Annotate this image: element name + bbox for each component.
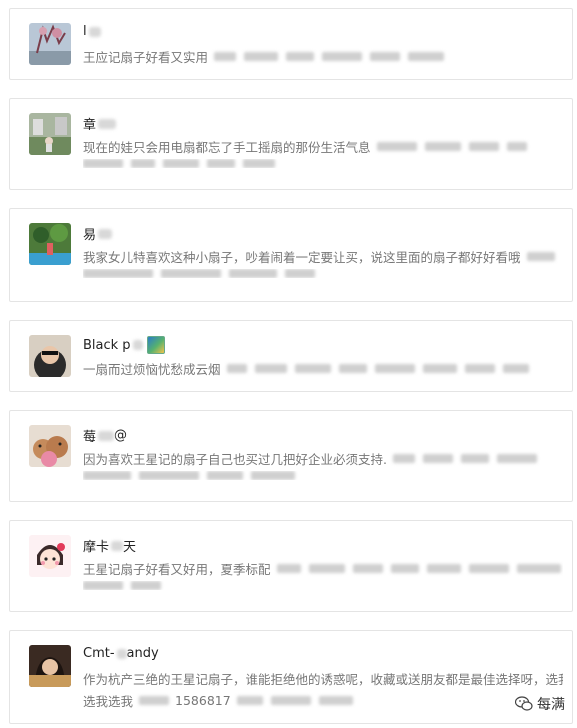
- blurred-text: [526, 252, 555, 261]
- comment-text-content-line2: 选我选我: [83, 694, 134, 709]
- blurred-text: [236, 696, 353, 705]
- blurred-name: [132, 340, 143, 350]
- comment-text-line2: [83, 269, 563, 278]
- avatar[interactable]: [29, 425, 71, 467]
- avatar[interactable]: [29, 535, 71, 577]
- blurred-text: [83, 159, 275, 168]
- author-name-suffix: 天: [123, 540, 137, 555]
- comment-card[interactable]: 摩卡 天 王星记扇子好看又好用，夏季标配: [9, 520, 573, 612]
- blurred-name: [88, 26, 101, 37]
- author-name: 摩卡: [83, 540, 110, 555]
- blurred-name: [98, 228, 113, 239]
- comment-text-line2: [83, 581, 563, 590]
- comment-text-line2: 选我选我 1586817: [83, 691, 563, 710]
- blurred-text: [276, 564, 561, 573]
- avatar[interactable]: [29, 645, 71, 687]
- blurred-name: [98, 118, 117, 129]
- avatar[interactable]: [29, 113, 71, 155]
- author-name-suffix: @: [114, 428, 128, 443]
- comment-text-content: 作为杭产三绝的王星记扇子，谁能拒绝他的诱惑呢，收藏或送朋友都是最佳选择呀，选我: [83, 672, 563, 687]
- comment-text-content: 我家女儿特喜欢这种小扇子，吵着闹着一定要让买，说这里面的扇子都好好看哦: [83, 250, 521, 265]
- comment-text-content: 王应记扇子好看又实用: [83, 50, 209, 65]
- author-name: 章: [83, 118, 97, 133]
- comment-text: 王星记扇子好看又好用，夏季标配: [83, 559, 563, 578]
- blurred-name: [111, 540, 124, 551]
- author-name: l: [83, 24, 87, 39]
- author-name: 易: [83, 228, 97, 243]
- comment-text-content: 因为喜欢王星记的扇子自己也买过几把好企业必须支持.: [83, 452, 387, 467]
- wechat-icon: [515, 696, 533, 711]
- blurred-text: [139, 696, 170, 705]
- comment-text: 一扇而过烦恼忧愁成云烟: [83, 359, 563, 378]
- comment-text-line2: [83, 159, 563, 168]
- author-name: Black p: [83, 337, 131, 353]
- avatar[interactable]: [29, 335, 71, 377]
- blurred-name: [116, 648, 127, 659]
- author-name-suffix: andy: [126, 646, 159, 661]
- comment-text: 现在的娃只会用电扇都忘了手工摇扇的那份生活气息: [83, 137, 563, 156]
- comment-card[interactable]: Cmt- andy 作为杭产三绝的王星记扇子，谁能拒绝他的诱惑呢，收藏或送朋友都…: [9, 630, 573, 724]
- comment-author[interactable]: 章: [83, 114, 117, 133]
- comment-author[interactable]: 摩卡 天: [83, 536, 136, 555]
- blurred-text: [83, 581, 161, 590]
- comment-card[interactable]: 易 我家女儿特喜欢这种小扇子，吵着闹着一定要让买，说这里面的扇子都好好看哦: [9, 208, 573, 302]
- comment-text: 我家女儿特喜欢这种小扇子，吵着闹着一定要让买，说这里面的扇子都好好看哦: [83, 247, 563, 266]
- comment-card[interactable]: 莓 @ 因为喜欢王星记的扇子自己也买过几把好企业必须支持.: [9, 410, 573, 502]
- comment-author[interactable]: 易: [83, 224, 113, 243]
- blurred-text: [226, 364, 529, 373]
- comment-text: 因为喜欢王星记的扇子自己也买过几把好企业必须支持.: [83, 449, 563, 468]
- comment-text-line2: [83, 471, 563, 480]
- comment-text: 作为杭产三绝的王星记扇子，谁能拒绝他的诱惑呢，收藏或送朋友都是最佳选择呀，选我: [83, 669, 563, 688]
- blurred-text: [214, 52, 445, 61]
- comment-author[interactable]: 莓 @: [83, 426, 127, 445]
- blurred-text: [376, 142, 527, 151]
- comment-card[interactable]: Black p 一扇而过烦恼忧愁成云烟: [9, 320, 573, 392]
- badge-icon: [146, 336, 165, 354]
- watermark-label: 每满: [537, 697, 565, 713]
- author-name: 莓: [83, 430, 97, 445]
- comment-author[interactable]: l: [83, 24, 101, 39]
- blurred-name: [98, 430, 115, 441]
- avatar[interactable]: [29, 223, 71, 265]
- blurred-text: [392, 454, 537, 463]
- comment-card[interactable]: 章 现在的娃只会用电扇都忘了手工摇扇的那份生活气息: [9, 98, 573, 190]
- comment-text: 王应记扇子好看又实用: [83, 47, 563, 66]
- watermark: 每满: [511, 692, 569, 716]
- avatar[interactable]: [29, 23, 71, 65]
- comment-card[interactable]: l 王应记扇子好看又实用: [9, 8, 573, 80]
- blurred-text: [83, 269, 315, 278]
- comment-text-content: 一扇而过烦恼忧愁成云烟: [83, 362, 221, 377]
- comment-text-content: 王星记扇子好看又好用，夏季标配: [83, 562, 271, 577]
- blurred-text: [83, 471, 295, 480]
- comment-text-content: 现在的娃只会用电扇都忘了手工摇扇的那份生活气息: [83, 140, 371, 155]
- comment-author[interactable]: Cmt- andy: [83, 646, 159, 661]
- comment-text-number: 1586817: [175, 693, 231, 708]
- comment-author[interactable]: Black p: [83, 336, 165, 354]
- author-name: Cmt-: [83, 646, 115, 661]
